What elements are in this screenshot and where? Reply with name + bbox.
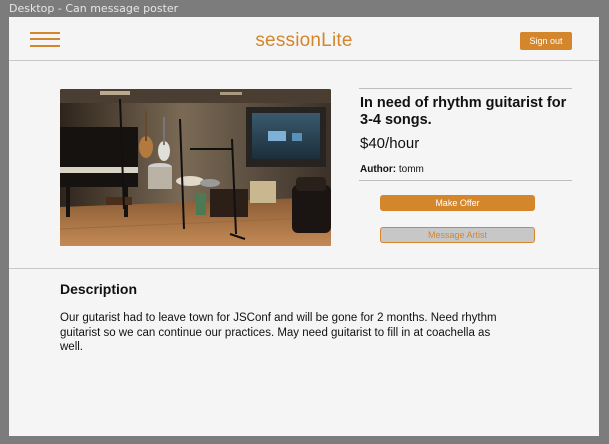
post-author: Author: tomm (360, 164, 424, 175)
post-price: $40/hour (360, 135, 420, 152)
page: sessionLite Sign out In need of rhythm g… (9, 17, 599, 436)
section-divider (9, 268, 599, 269)
details-divider-top (359, 88, 572, 89)
message-artist-button[interactable]: Message Artist (380, 227, 535, 243)
frame-label: Desktop - Can message poster (9, 2, 179, 15)
author-name: tomm (398, 164, 424, 175)
studio-photo (60, 89, 331, 246)
description-heading: Description (60, 281, 138, 297)
description-body: Our gutarist had to leave town for JSCon… (60, 312, 497, 353)
details-divider-bottom (359, 180, 572, 181)
top-navbar: sessionLite Sign out (9, 17, 599, 61)
post-title: In need of rhythm guitarist for 3-4 song… (360, 95, 567, 128)
brand-logo[interactable]: sessionLite (9, 30, 599, 52)
make-offer-button[interactable]: Make Offer (380, 195, 535, 211)
sign-out-button[interactable]: Sign out (520, 32, 572, 50)
author-label: Author: (360, 164, 397, 175)
